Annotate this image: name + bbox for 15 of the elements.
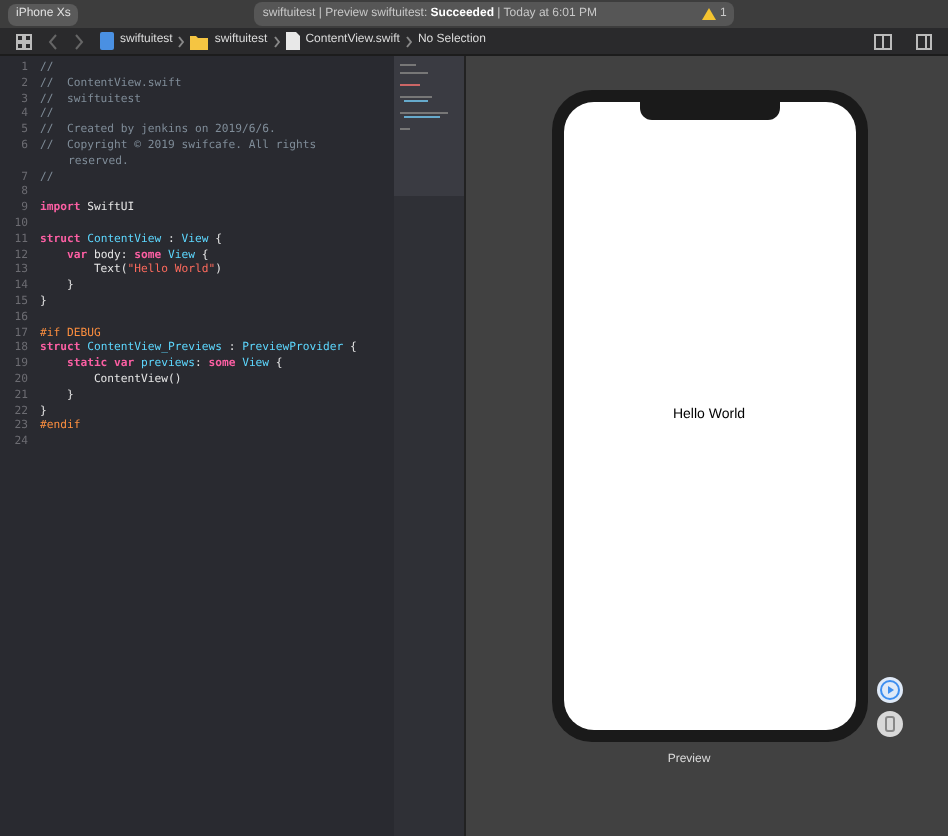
chevron-icon	[273, 35, 280, 47]
inspector-icon[interactable]	[916, 33, 932, 49]
split-view-icon[interactable]	[874, 33, 892, 49]
chevron-icon	[405, 35, 412, 47]
folder-icon	[190, 33, 209, 49]
file-icon	[285, 32, 300, 50]
document-icon	[100, 32, 114, 50]
device-icon[interactable]	[875, 710, 903, 738]
play-icon[interactable]	[875, 676, 903, 704]
warning-icon	[702, 8, 717, 20]
back-icon[interactable]	[48, 33, 58, 49]
phone-notch	[639, 102, 779, 120]
grid-icon[interactable]	[16, 33, 32, 49]
chevron-icon	[178, 35, 185, 47]
forward-icon[interactable]	[74, 33, 84, 49]
